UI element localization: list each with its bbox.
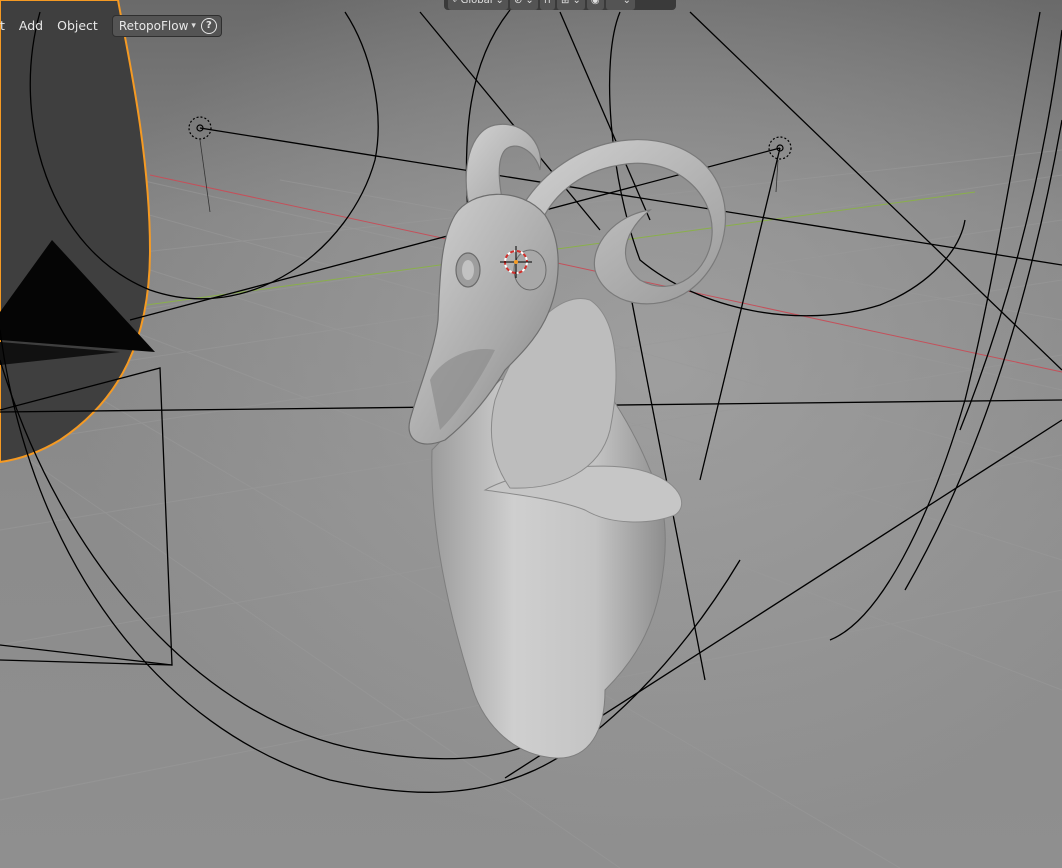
- falloff-icon: ⌒: [609, 0, 620, 6]
- proportional-edit-icon: ◉: [590, 0, 600, 6]
- retopoflow-dropdown[interactable]: RetopoFlow ▾ ?: [111, 15, 222, 37]
- transform-orientation-label: Global: [460, 0, 493, 6]
- chevron-down-icon: ⌄: [622, 0, 631, 6]
- chevron-down-icon: ⌄: [495, 0, 504, 6]
- retopoflow-label: RetopoFlow: [118, 19, 189, 33]
- chevron-down-icon: ⌄: [572, 0, 581, 6]
- chevron-down-icon: ▾: [191, 21, 196, 31]
- snap-element-dropdown[interactable]: ⊞ ⌄: [557, 0, 585, 10]
- menu-object[interactable]: Object: [51, 14, 104, 38]
- snap-icon: ∩: [543, 0, 552, 6]
- pivot-icon: ⊘: [513, 0, 523, 6]
- snap-increment-icon: ⊞: [561, 0, 570, 6]
- viewport-header-menu: t Add Object RetopoFlow ▾ ?: [0, 14, 222, 38]
- pivot-point-button[interactable]: ⊘ ⌄: [509, 0, 538, 10]
- menu-select[interactable]: t: [0, 14, 11, 38]
- transform-orientation-dropdown[interactable]: ⌖ Global ⌄: [448, 0, 508, 10]
- menu-add[interactable]: Add: [13, 14, 49, 38]
- 3d-viewport[interactable]: ⌖ Global ⌄ ⊘ ⌄ ∩ ⊞ ⌄ ◉ ⌒ ⌄ t Add Object …: [0, 0, 1062, 868]
- snap-toggle[interactable]: ∩: [539, 0, 556, 10]
- viewport-scene[interactable]: [0, 0, 1062, 868]
- orientation-icon: ⌖: [452, 0, 458, 6]
- chevron-down-icon: ⌄: [525, 0, 534, 6]
- proportional-falloff-dropdown[interactable]: ⌒ ⌄: [605, 0, 635, 10]
- help-icon[interactable]: ?: [200, 18, 217, 34]
- proportional-edit-toggle[interactable]: ◉: [586, 0, 604, 10]
- viewport-top-toolbar: ⌖ Global ⌄ ⊘ ⌄ ∩ ⊞ ⌄ ◉ ⌒ ⌄: [444, 0, 676, 10]
